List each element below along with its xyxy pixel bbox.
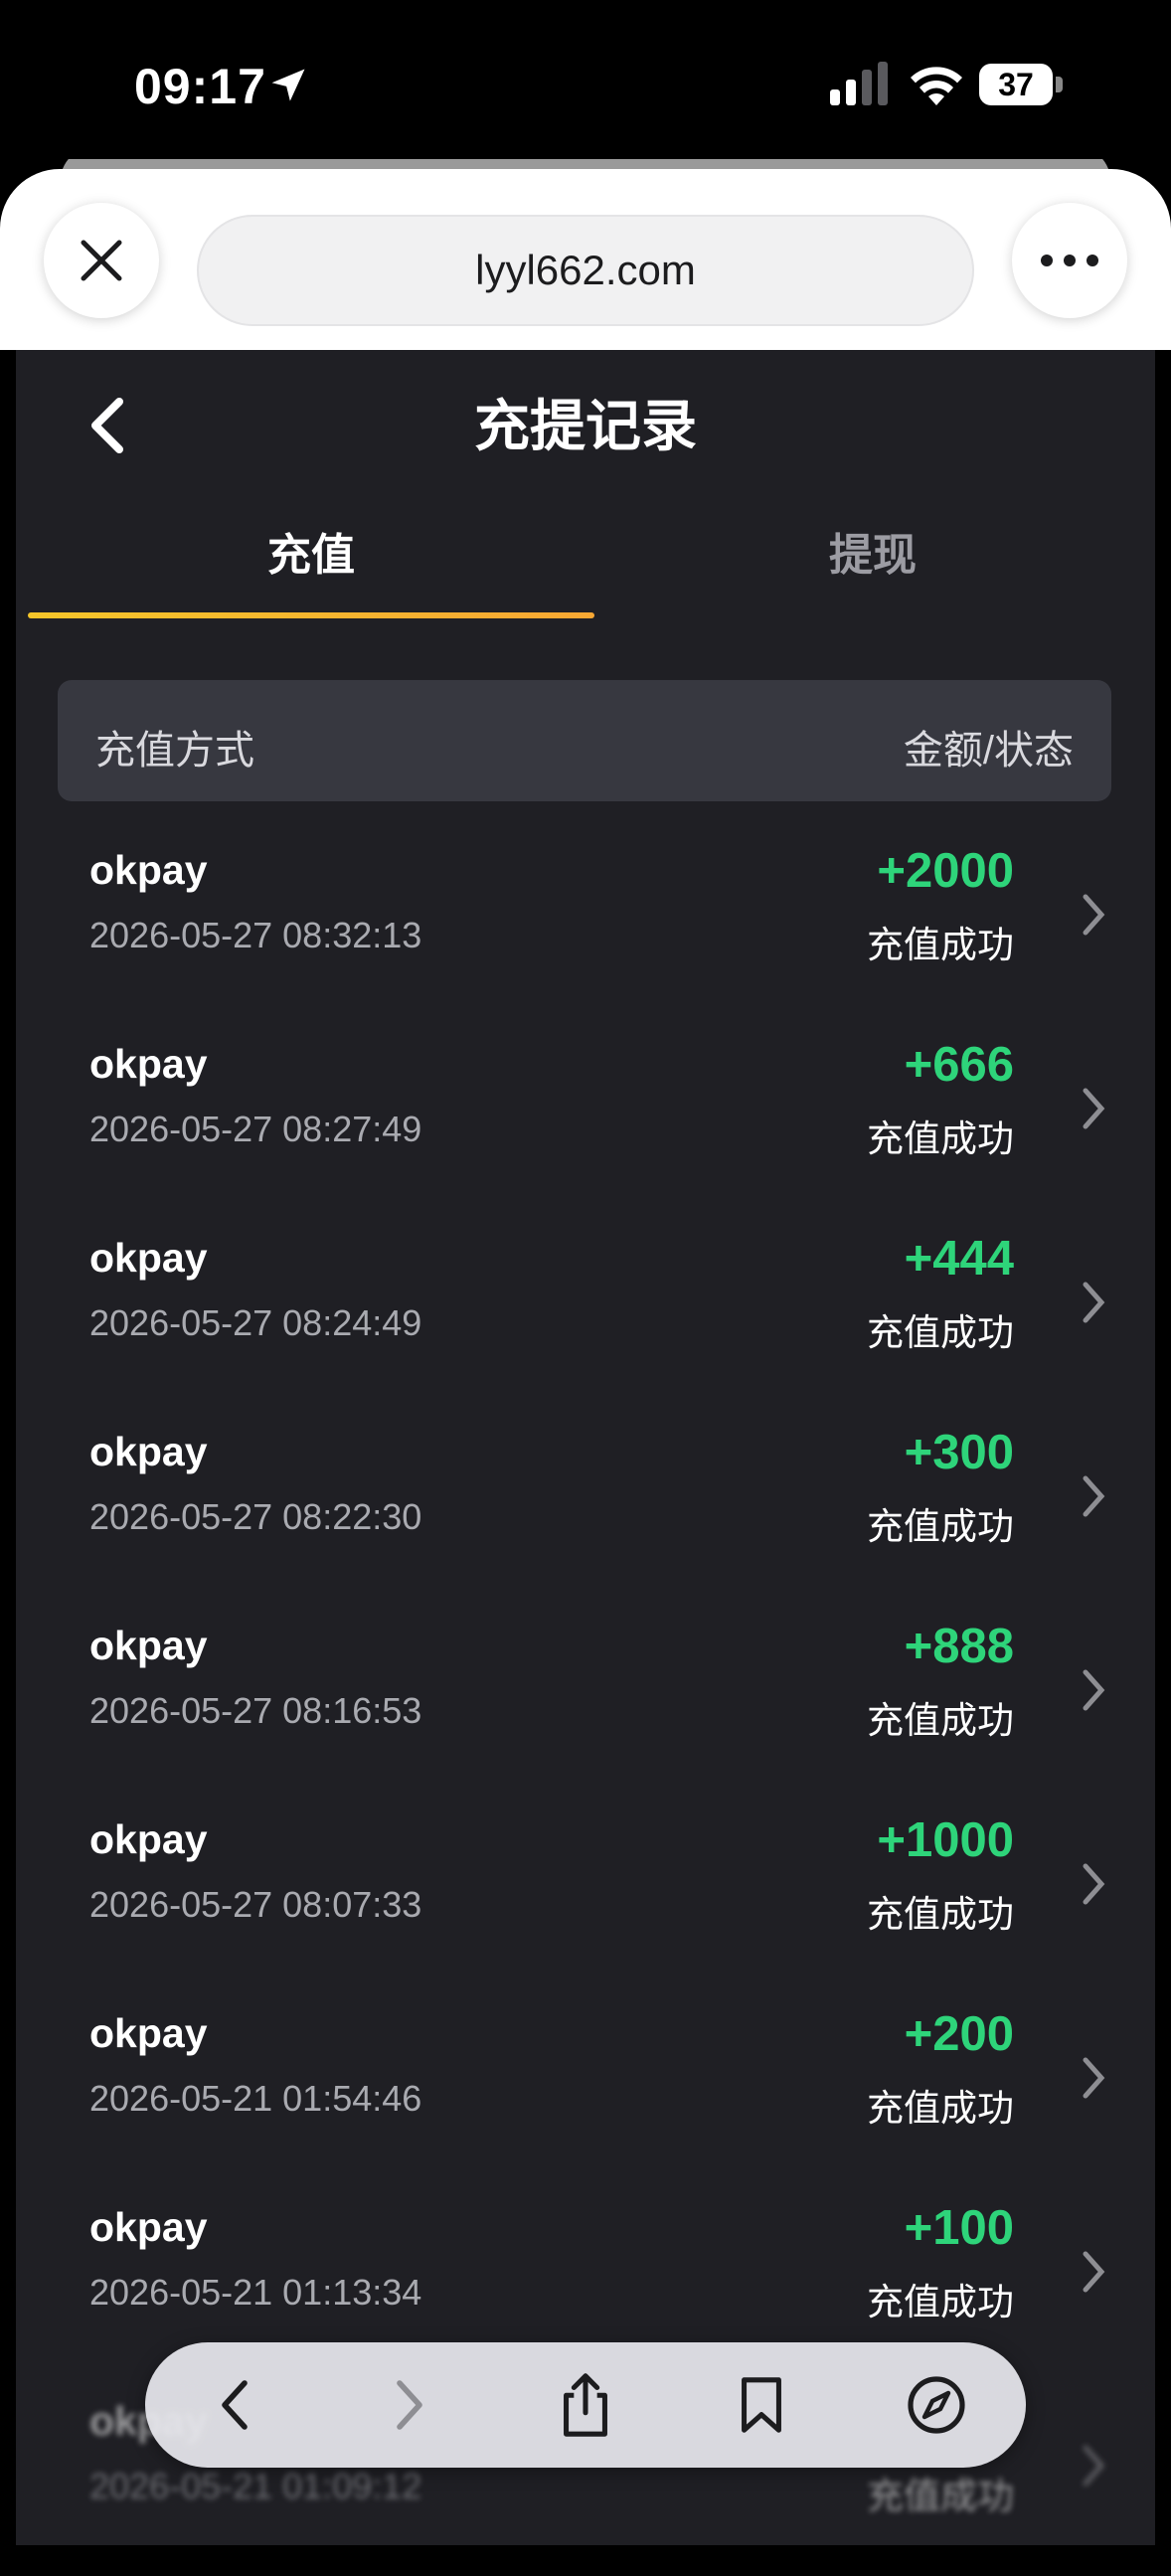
more-options-button[interactable] [1012, 203, 1127, 318]
records-list: okpay 2026-05-27 08:32:13 +2000 充值成功 okp… [16, 831, 1155, 2576]
record-row[interactable]: okpay 2026-05-27 08:07:33 +1000 充值成功 [16, 1801, 1155, 1994]
record-date: 2026-05-21 01:13:34 [89, 2272, 422, 2313]
record-date: 2026-05-27 08:27:49 [89, 1109, 422, 1149]
chevron-right-icon [1083, 1669, 1105, 1711]
record-amount: +888 [904, 1620, 1014, 1673]
header-amount-status-label: 金额/状态 [903, 729, 1074, 773]
record-amount: +1000 [877, 1813, 1014, 1867]
record-method: okpay [89, 1429, 208, 1474]
bookmarks-button[interactable] [724, 2367, 799, 2443]
record-amount: +200 [904, 2007, 1014, 2061]
browser-back-button[interactable] [197, 2367, 272, 2443]
browser-toolbar [145, 2342, 1026, 2468]
record-method: okpay [89, 1623, 208, 1668]
back-icon [222, 2380, 248, 2430]
record-method: okpay [89, 1235, 208, 1281]
record-date: 2026-05-27 08:24:49 [89, 1302, 422, 1343]
battery-indicator: 37 [979, 64, 1064, 105]
chevron-right-icon [1083, 894, 1105, 936]
chevron-right-icon [1083, 1863, 1105, 1905]
record-date: 2026-05-27 08:07:33 [89, 1884, 422, 1925]
record-row[interactable]: okpay 2026-05-27 08:32:13 +2000 充值成功 [16, 831, 1155, 1025]
share-icon [564, 2373, 607, 2437]
url-bar[interactable]: lyyl662.com [197, 215, 974, 326]
header-method-label: 充值方式 [95, 729, 254, 773]
record-status: 充值成功 [867, 1894, 1014, 1935]
record-status: 充值成功 [867, 2476, 1014, 2516]
chevron-right-icon [1083, 1088, 1105, 1129]
record-date: 2026-05-27 08:32:13 [89, 915, 422, 955]
chevron-right-icon [1083, 2445, 1105, 2487]
forward-icon [397, 2380, 422, 2430]
bookmarks-icon [742, 2377, 781, 2433]
page-title: 充提记录 [474, 395, 697, 457]
record-row[interactable]: okpay 2026-05-21 01:54:46 +200 充值成功 [16, 1994, 1155, 2188]
record-status: 充值成功 [867, 1118, 1014, 1159]
record-status: 充值成功 [867, 1312, 1014, 1353]
record-status: 充值成功 [867, 2088, 1014, 2129]
record-row[interactable]: okpay 2026-05-27 08:22:30 +300 充值成功 [16, 1413, 1155, 1607]
tab-deposit[interactable]: 充值 [28, 519, 594, 583]
record-date: 2026-05-21 01:09:12 [89, 2466, 422, 2506]
record-status: 充值成功 [867, 925, 1014, 965]
battery-level: 37 [998, 67, 1034, 102]
record-date: 2026-05-27 08:22:30 [89, 1496, 422, 1537]
tab-withdraw[interactable]: 提现 [594, 519, 1151, 583]
compass-button[interactable] [899, 2367, 974, 2443]
record-method: okpay [89, 1816, 208, 1862]
chevron-right-icon [1083, 2057, 1105, 2099]
record-method: okpay [89, 847, 208, 893]
record-amount: +666 [904, 1038, 1014, 1092]
compass-icon [908, 2376, 965, 2434]
share-button[interactable] [548, 2367, 623, 2443]
record-method: okpay [89, 1041, 208, 1087]
chevron-right-icon [1083, 1475, 1105, 1517]
close-button[interactable] [44, 203, 159, 318]
browser-forward-button[interactable] [372, 2367, 447, 2443]
record-row[interactable]: okpay 2026-05-27 08:24:49 +444 充值成功 [16, 1219, 1155, 1413]
browser-top-bar: lyyl662.com [0, 144, 1171, 350]
record-date: 2026-05-21 01:54:46 [89, 2078, 422, 2119]
record-amount: +2000 [877, 844, 1014, 898]
record-row[interactable]: okpay 2026-05-27 08:16:53 +888 充值成功 [16, 1607, 1155, 1801]
record-method: okpay [89, 2010, 208, 2056]
close-icon [81, 240, 122, 281]
chevron-right-icon [1083, 1282, 1105, 1323]
more-icon [1041, 255, 1098, 266]
record-status: 充值成功 [867, 1506, 1014, 1547]
record-method: okpay [89, 2204, 208, 2250]
record-row[interactable]: okpay 2026-05-27 08:27:49 +666 充值成功 [16, 1025, 1155, 1219]
records-page: 充提记录 充值 提现 充值方式 金额/状态 okpay 2026-05-27 0… [16, 350, 1155, 2545]
record-date: 2026-05-27 08:16:53 [89, 1690, 422, 1731]
record-status: 充值成功 [867, 1700, 1014, 1741]
record-status: 充值成功 [867, 2282, 1014, 2322]
location-arrow-icon [271, 69, 305, 101]
status-bar: 09:17 37 [0, 0, 1171, 159]
cellular-signal-icon [830, 62, 888, 105]
list-header: 充值方式 金额/状态 [58, 680, 1111, 801]
record-amount: +100 [904, 2201, 1014, 2255]
record-amount: +444 [904, 1232, 1014, 1286]
active-tab-indicator [28, 612, 594, 618]
wifi-icon [911, 67, 962, 105]
chevron-right-icon [1083, 2251, 1105, 2293]
record-amount: +300 [904, 1426, 1014, 1479]
status-time: 09:17 [134, 59, 266, 114]
